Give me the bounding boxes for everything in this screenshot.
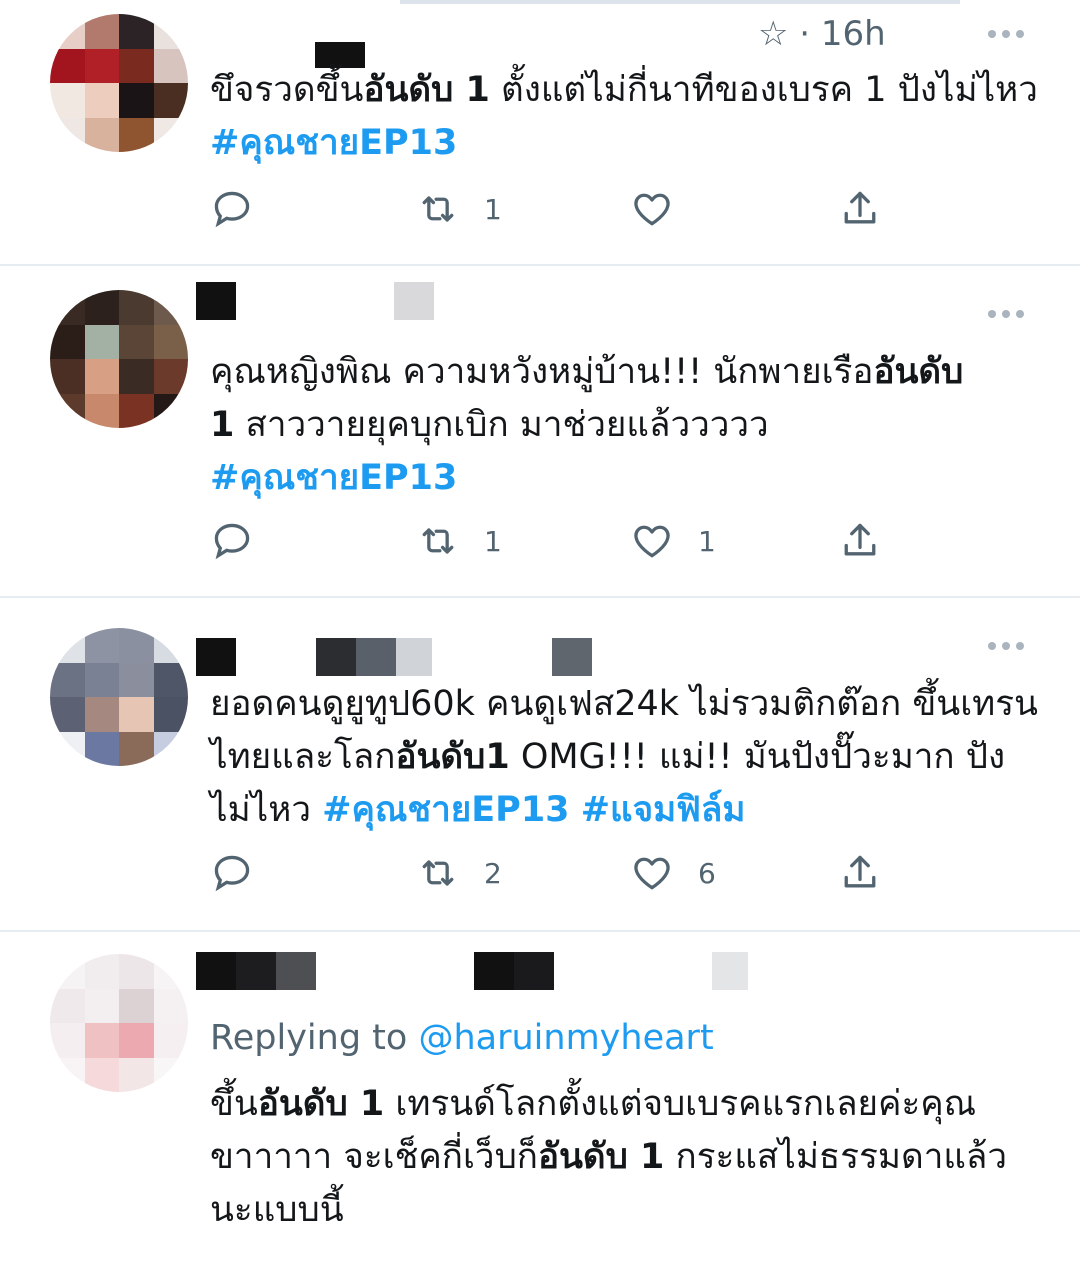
tweet-text: ยอดคนดูยูทูป60k คนดูเฟส24k ไม่รวมติกต๊อก… bbox=[210, 678, 1040, 837]
hashtag-link[interactable]: #แจมฟิล์ม bbox=[581, 790, 746, 830]
more-icon[interactable] bbox=[988, 310, 1028, 322]
username-redacted bbox=[196, 952, 756, 990]
heart-icon bbox=[634, 193, 670, 226]
tweet-1[interactable]: ☆ · 16h ขึจรวดขึ้นอันดับ 1 ตั้งแต่ไม่กี่… bbox=[0, 0, 1080, 264]
reply-button[interactable] bbox=[210, 184, 278, 234]
share-icon bbox=[844, 855, 876, 888]
like-button[interactable]: 6 bbox=[630, 848, 716, 898]
reply-icon bbox=[214, 191, 250, 228]
retweet-count: 2 bbox=[484, 856, 502, 890]
tweet-text-segment: สาววายยุคบุกเบิก มาช่วยแล้ววววว bbox=[245, 405, 769, 445]
retweet-icon bbox=[422, 528, 454, 554]
avatar[interactable] bbox=[50, 14, 188, 152]
bold-text: อันดับ1 bbox=[395, 737, 510, 777]
reply-button[interactable] bbox=[210, 516, 278, 566]
tweet-text-segment: ขึ้น bbox=[210, 1084, 258, 1124]
reply-button[interactable] bbox=[210, 848, 278, 898]
like-count: 6 bbox=[698, 856, 716, 890]
timestamp[interactable]: 16h bbox=[821, 14, 886, 54]
tweet-actions: 2 6 bbox=[210, 848, 910, 898]
share-button[interactable] bbox=[838, 848, 882, 898]
hashtag-link[interactable]: #คุณชายEP13 bbox=[322, 790, 569, 830]
retweet-icon bbox=[422, 860, 454, 886]
replying-to: Replying to @haruinmyheart bbox=[210, 1018, 714, 1058]
hashtag-link[interactable]: #คุณชายEP13 bbox=[210, 123, 457, 163]
tweet-text-segment bbox=[570, 790, 581, 830]
retweet-count: 1 bbox=[484, 524, 502, 558]
tweet-text-segment: ตั้งแต่ไม่กี่นาทีของเบรค 1 ปังไม่ไหว bbox=[489, 70, 1050, 110]
tweet-text-segment: คุณหญิงพิณ ความหวังหมู่บ้าน!!! นักพายเรื… bbox=[210, 352, 874, 392]
tweet-text: ขึ้นอันดับ 1 เทรนด์โลกตั้งแต่จบเบรคแรกเล… bbox=[210, 1078, 1040, 1237]
replying-handle-link[interactable]: @haruinmyheart bbox=[418, 1018, 713, 1058]
tweet-3[interactable]: ยอดคนดูยูทูป60k คนดูเฟส24k ไม่รวมติกต๊อก… bbox=[0, 598, 1080, 930]
heart-icon bbox=[634, 857, 670, 890]
like-count: 1 bbox=[698, 524, 716, 558]
share-button[interactable] bbox=[838, 516, 882, 566]
username-redacted bbox=[196, 282, 456, 320]
share-button[interactable] bbox=[838, 184, 882, 234]
username-redacted bbox=[196, 638, 596, 676]
tweet-text-segment: ขึจรวดขึ้น bbox=[210, 70, 364, 110]
username-redacted bbox=[210, 18, 370, 68]
retweet-count: 1 bbox=[484, 192, 502, 226]
retweet-button[interactable]: 1 bbox=[416, 516, 502, 566]
bold-text: อันดับ 1 bbox=[257, 1084, 385, 1124]
tweet-text: ขึจรวดขึ้นอันดับ 1 ตั้งแต่ไม่กี่นาทีของเ… bbox=[210, 64, 1040, 170]
share-icon bbox=[844, 191, 876, 224]
tweet-text: คุณหญิงพิณ ความหวังหมู่บ้าน!!! นักพายเรื… bbox=[210, 346, 1040, 505]
tweet-actions: 1 bbox=[210, 184, 910, 234]
bold-text: อันดับ 1 bbox=[363, 70, 490, 110]
retweet-button[interactable]: 2 bbox=[416, 848, 502, 898]
more-icon[interactable] bbox=[988, 30, 1028, 42]
retweet-icon bbox=[422, 196, 454, 222]
bold-text: อันดับ 1 bbox=[537, 1137, 665, 1177]
replying-label: Replying to bbox=[210, 1018, 408, 1058]
avatar[interactable] bbox=[50, 628, 188, 766]
like-button[interactable] bbox=[630, 184, 698, 234]
tweet-4[interactable]: Replying to @haruinmyheart ขึ้นอันดับ 1 … bbox=[0, 932, 1080, 1269]
tweet-actions: 1 1 bbox=[210, 516, 910, 566]
retweet-button[interactable]: 1 bbox=[416, 184, 502, 234]
share-icon bbox=[844, 523, 876, 556]
like-button[interactable]: 1 bbox=[630, 516, 716, 566]
tweet-2[interactable]: คุณหญิงพิณ ความหวังหมู่บ้าน!!! นักพายเรื… bbox=[0, 266, 1080, 596]
reply-icon bbox=[214, 855, 250, 892]
meta-separator: · bbox=[799, 14, 811, 54]
avatar[interactable] bbox=[50, 954, 188, 1092]
hashtag-link[interactable]: #คุณชายEP13 bbox=[210, 458, 457, 498]
tweet-meta: ☆ · 16h bbox=[758, 14, 886, 54]
reply-icon bbox=[214, 523, 250, 560]
more-icon[interactable] bbox=[988, 642, 1028, 654]
heart-icon bbox=[634, 525, 670, 558]
avatar[interactable] bbox=[50, 290, 188, 428]
star-icon: ☆ bbox=[758, 14, 789, 54]
